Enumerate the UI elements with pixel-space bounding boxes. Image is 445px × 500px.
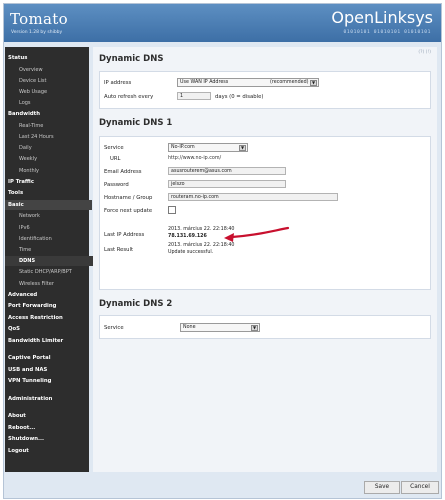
sidebar-item-overview[interactable]: Overview	[5, 65, 103, 75]
sidebar-item-wireless-filter[interactable]: Wireless Filter	[5, 279, 103, 289]
help-link[interactable]: (?) (!)	[418, 50, 431, 55]
service2-label: Service	[104, 325, 124, 331]
sidebar-item-real-time[interactable]: Real-Time	[5, 121, 103, 131]
sidebar-item-network[interactable]: Network	[5, 211, 103, 221]
sidebar-item-identification[interactable]: Identification	[5, 234, 103, 244]
sidebar-item-ddns[interactable]: DDNS	[5, 256, 103, 267]
sidebar-item-bandwidth-limiter[interactable]: Bandwidth Limiter	[5, 336, 92, 346]
sidebar-item-time[interactable]: Time	[5, 245, 103, 255]
sidebar-item-device-list[interactable]: Device List	[5, 76, 103, 86]
sidebar-item-logs[interactable]: Logs	[5, 98, 103, 108]
sidebar-nav: Status Overview Device List Web Usage Logs Ba…	[5, 47, 103, 472]
app-version: Version 1.28 by shibby	[11, 30, 63, 35]
ip-address-hint: (recommended)	[270, 80, 309, 85]
sidebar-item-qos[interactable]: QoS	[5, 324, 92, 334]
service-select[interactable]: No-IP.com ▼	[168, 143, 248, 152]
email-input[interactable]: asusrouterem@asus.com	[168, 167, 286, 175]
sidebar-item-usb-and-nas[interactable]: USB and NAS	[5, 365, 92, 375]
sidebar-item-web-usage[interactable]: Web Usage	[5, 87, 103, 97]
email-label: Email Address	[104, 169, 142, 175]
auto-refresh-input[interactable]: 1	[177, 92, 211, 100]
auto-refresh-label: Auto refresh every	[104, 94, 154, 100]
sidebar-item-ip-traffic[interactable]: IP Traffic	[5, 177, 92, 187]
sidebar-item-static-dhcp-arp-bpt[interactable]: Static DHCP/ARP/BPT	[5, 267, 103, 277]
chevron-down-icon: ▼	[251, 325, 258, 331]
sidebar-item-captive-portal[interactable]: Captive Portal	[5, 353, 92, 363]
sidebar-item-access-restriction[interactable]: Access Restriction	[5, 313, 92, 323]
panel-ddns: IP address Use WAN IP Address (recommend…	[99, 71, 431, 109]
app-title: Tomato	[10, 10, 68, 28]
sidebar-item-daily[interactable]: Daily	[5, 143, 103, 153]
sidebar-item-tools[interactable]: Tools	[5, 188, 92, 198]
sidebar-item-logout[interactable]: Logout	[5, 446, 92, 456]
section-title-ddns: Dynamic DNS	[99, 54, 164, 64]
service-value: No-IP.com	[171, 145, 195, 150]
last-ip-value: 78.131.69.126	[168, 234, 207, 239]
ip-address-select[interactable]: Use WAN IP Address (recommended) ▼	[177, 78, 319, 87]
sidebar-item-shutdown[interactable]: Shutdown...	[5, 434, 92, 444]
last-result-value: Update successful.	[168, 250, 214, 255]
ip-address-label: IP address	[104, 80, 132, 86]
cancel-button[interactable]: Cancel	[401, 481, 439, 494]
ip-address-value: Use WAN IP Address	[180, 80, 229, 85]
service2-select[interactable]: None ▼	[180, 323, 260, 332]
sidebar-item-weekly[interactable]: Weekly	[5, 154, 103, 164]
sidebar-item-ipv6[interactable]: IPv6	[5, 223, 103, 233]
panel-ddns1: Service No-IP.com ▼ URL http://www.no-ip…	[99, 136, 431, 290]
hostname-input[interactable]: routeram.no-ip.com	[168, 193, 338, 201]
auto-refresh-suffix: days (0 = disable)	[215, 94, 264, 100]
password-label: Password	[104, 182, 129, 188]
chevron-down-icon: ▼	[310, 80, 317, 86]
sidebar-item-last-24-hours[interactable]: Last 24 Hours	[5, 132, 103, 142]
sidebar-item-monthly[interactable]: Monthly	[5, 166, 103, 176]
url-link[interactable]: http://www.no-ip.com/	[168, 156, 221, 161]
header-banner: Tomato Version 1.28 by shibby OpenLinksy…	[4, 4, 441, 42]
brand-logo: OpenLinksys	[331, 8, 433, 27]
service2-value: None	[183, 325, 196, 330]
sidebar-item-reboot[interactable]: Reboot...	[5, 423, 92, 433]
panel-ddns2: Service None ▼	[99, 315, 431, 339]
force-update-checkbox[interactable]	[168, 206, 176, 214]
password-input[interactable]: jelszo	[168, 180, 286, 188]
sidebar-item-advanced[interactable]: Advanced	[5, 290, 92, 300]
sidebar-item-vpn-tunneling[interactable]: VPN Tunneling	[5, 376, 92, 386]
url-label: URL	[110, 156, 121, 162]
sidebar-item-basic[interactable]: Basic	[5, 199, 92, 210]
hostname-label: Hostname / Group	[104, 195, 153, 201]
sidebar-item-bandwidth[interactable]: Bandwidth	[5, 109, 92, 119]
chevron-down-icon: ▼	[239, 145, 246, 151]
sidebar-item-about[interactable]: About	[5, 411, 92, 421]
service-label: Service	[104, 145, 124, 151]
last-ip-label: Last IP Address	[104, 232, 145, 238]
annotation-arrow	[224, 226, 290, 242]
sidebar-item-port-forwarding[interactable]: Port Forwarding	[5, 301, 92, 311]
sidebar-item-administration[interactable]: Administration	[5, 394, 92, 404]
section-title-ddns2: Dynamic DNS 2	[99, 299, 173, 309]
force-update-label: Force next update	[104, 208, 153, 214]
main-content: (?) (!) Dynamic DNS IP address Use WAN I…	[93, 47, 437, 472]
save-button[interactable]: Save	[364, 481, 400, 494]
last-result-label: Last Result	[104, 247, 134, 253]
section-title-ddns1: Dynamic DNS 1	[99, 118, 173, 128]
sidebar-item-status[interactable]: Status	[5, 53, 92, 63]
brand-binary-text: 01010101 01010101 01010101	[343, 30, 431, 35]
